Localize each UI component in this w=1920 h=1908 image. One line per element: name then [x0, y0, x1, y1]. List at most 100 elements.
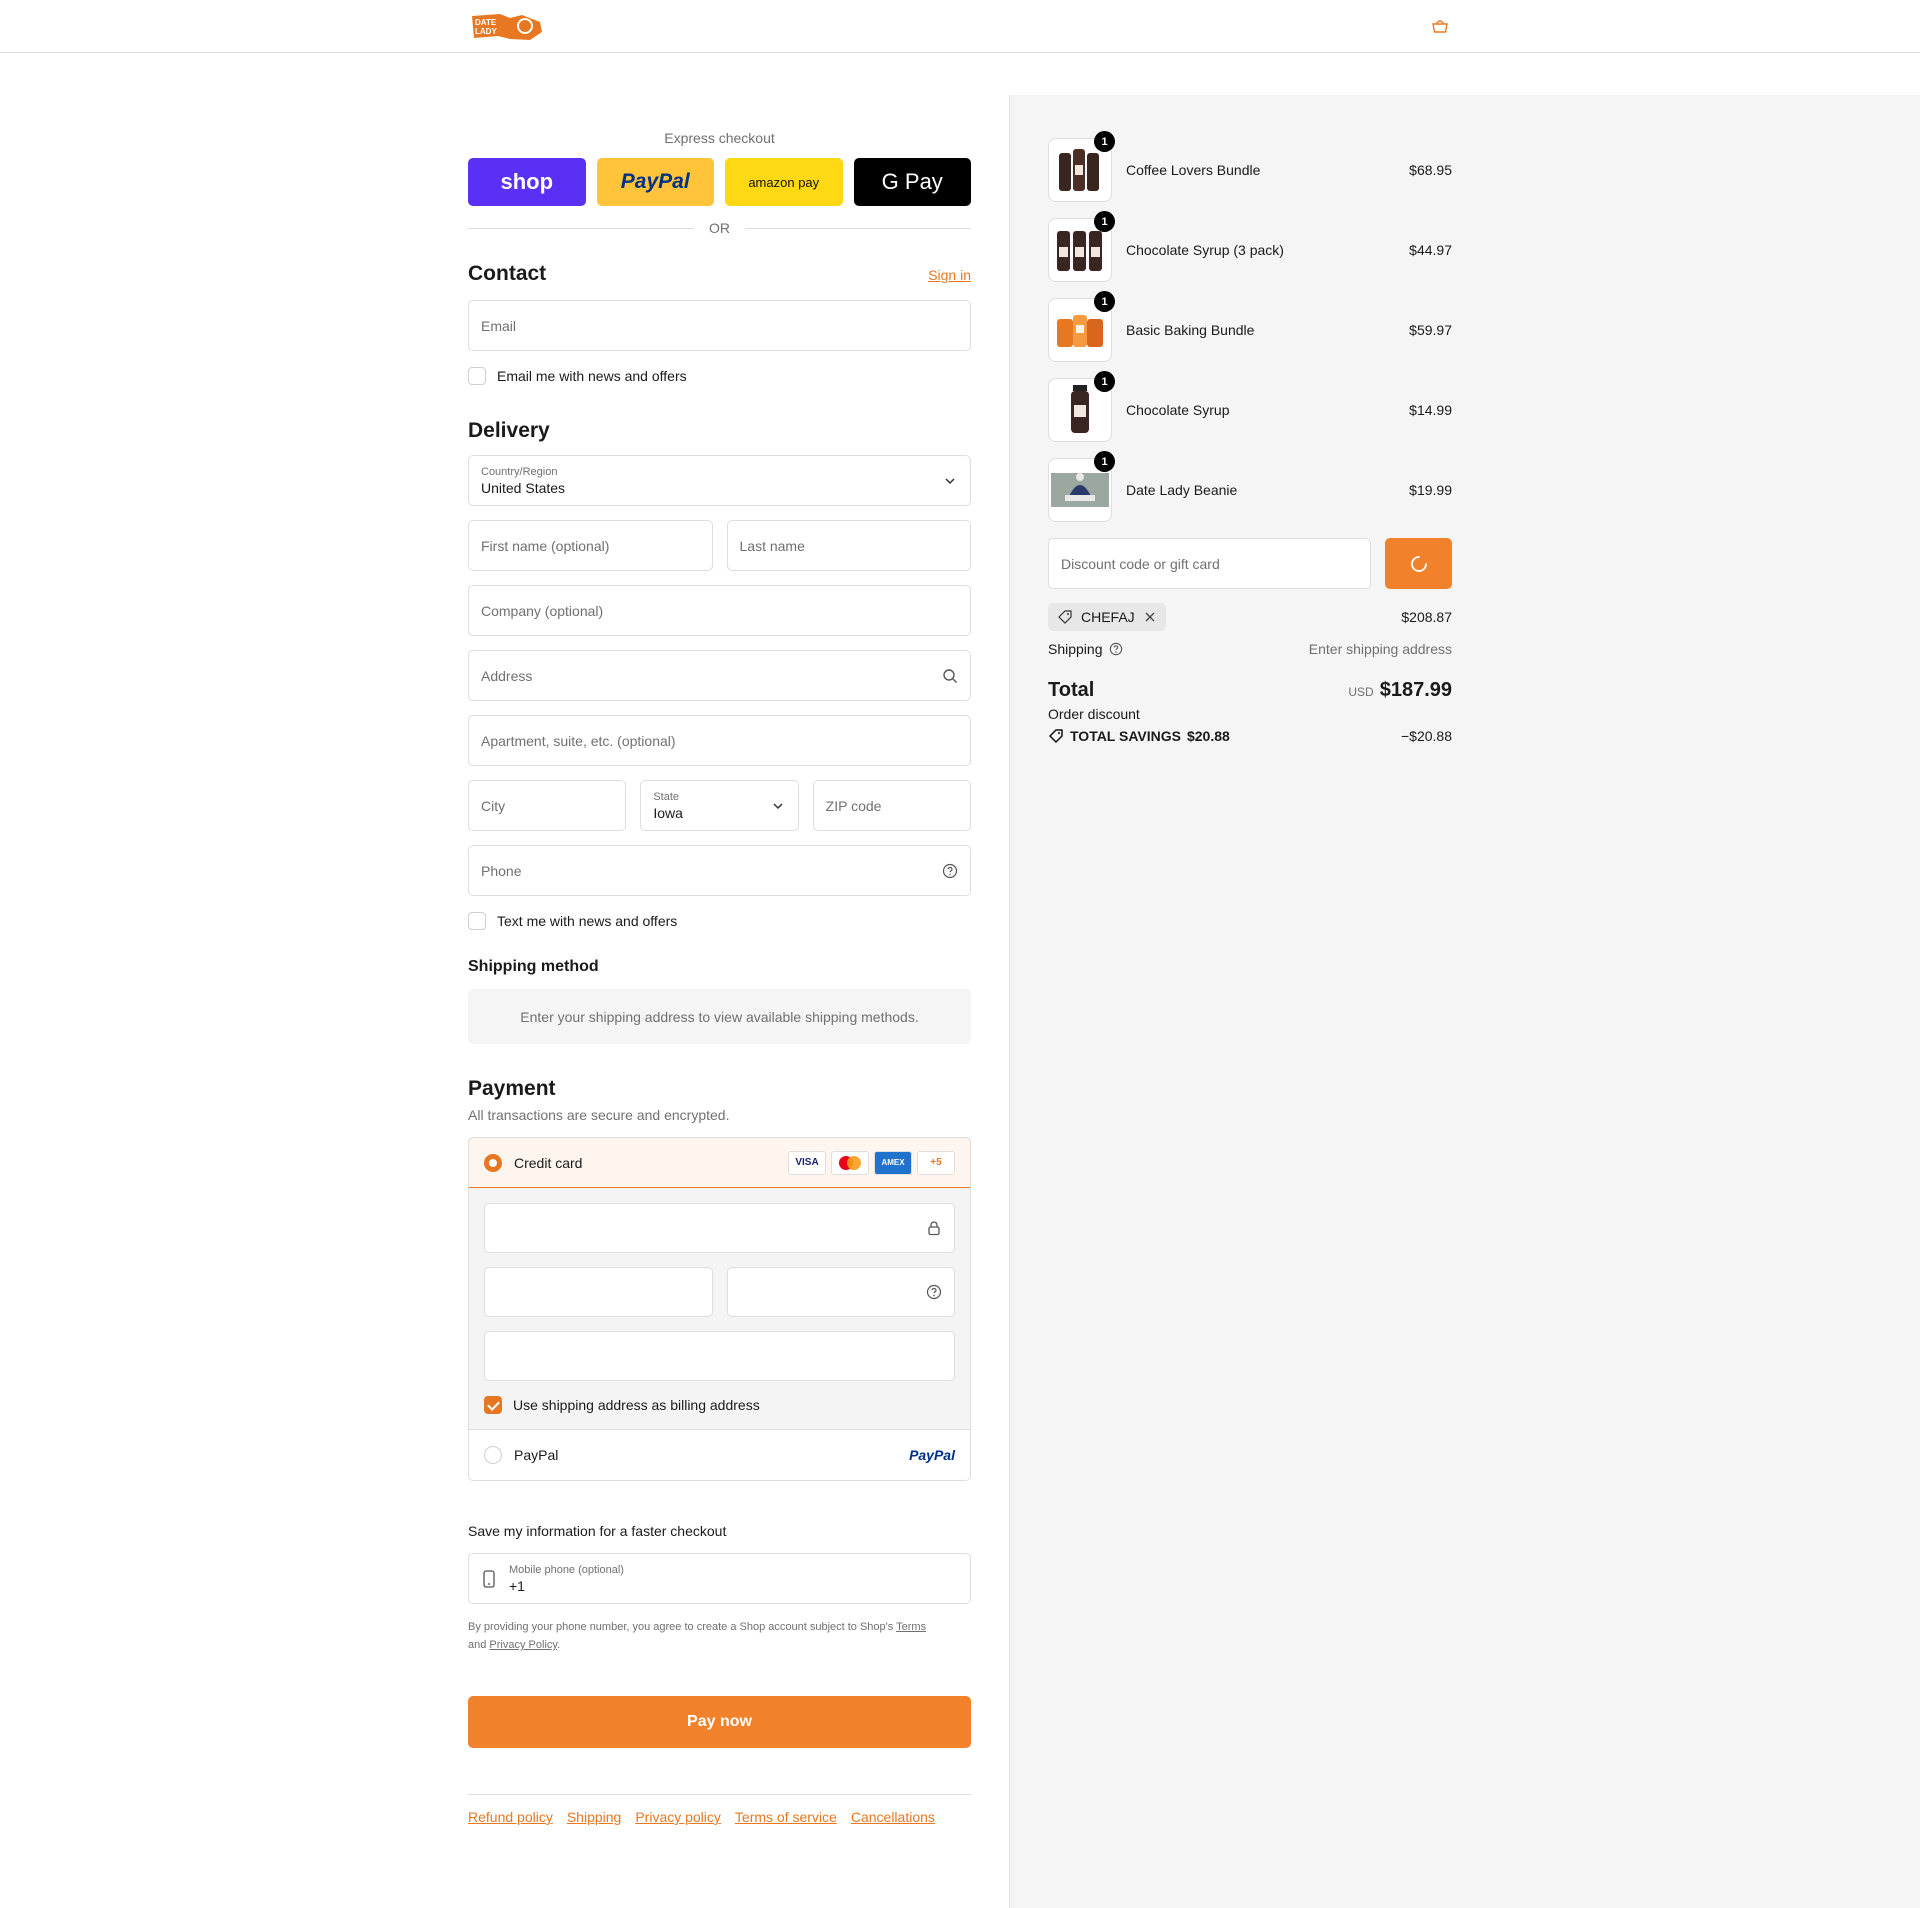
billing-address-option[interactable]: Use shipping address as billing address [484, 1396, 955, 1414]
credit-card-radio[interactable] [484, 1153, 502, 1172]
quantity-badge: 1 [1094, 131, 1115, 152]
terms-of-service-link[interactable]: Terms of service [735, 1809, 837, 1825]
privacy-policy-link[interactable]: Privacy Policy [489, 1639, 557, 1651]
shipping-value: Enter shipping address [1308, 641, 1452, 657]
express-checkout-title: Express checkout [664, 130, 775, 146]
discount-code-input[interactable]: Discount code or gift card [1048, 538, 1371, 589]
savings-label: TOTAL SAVINGS [1070, 728, 1181, 744]
contact-title: Contact [468, 262, 547, 285]
apartment-field[interactable]: Apartment, suite, etc. (optional) [468, 715, 971, 766]
savings-value: $20.88 [1186, 728, 1230, 744]
address-field[interactable]: Address [468, 650, 971, 701]
cancellations-link[interactable]: Cancellations [851, 1809, 935, 1825]
paypal-option[interactable]: PayPal PayPal [469, 1430, 970, 1480]
apply-discount-button[interactable] [1385, 538, 1452, 589]
billing-address-checkbox[interactable] [484, 1396, 502, 1414]
svg-text:DATE: DATE [475, 18, 497, 27]
sign-in-link[interactable]: Sign in [928, 267, 971, 283]
country-label: Country/Region [481, 465, 558, 478]
checkout-form: Express checkout shop PayPal amazon pay … [468, 130, 971, 1825]
divider-line [468, 227, 694, 229]
help-icon[interactable] [926, 1284, 942, 1300]
quantity-badge: 1 [1094, 451, 1115, 472]
close-icon[interactable] [1143, 610, 1157, 624]
quantity-badge: 1 [1094, 291, 1115, 312]
line-item: 1 Coffee Lovers Bundle $68.95 [1048, 131, 1452, 202]
state-select[interactable]: State Iowa [640, 780, 799, 831]
security-code-field[interactable] [726, 1267, 955, 1317]
subtotal-value: $208.87 [1401, 609, 1452, 625]
product-thumbnail: 1 [1048, 131, 1115, 202]
text-news-option[interactable]: Text me with news and offers [468, 912, 971, 930]
privacy-policy-footer-link[interactable]: Privacy policy [635, 1809, 721, 1825]
terms-link[interactable]: Terms [896, 1621, 926, 1633]
legal-notice: By providing your phone number, you agre… [468, 1618, 971, 1654]
line-item: 1 Basic Baking Bundle $59.97 [1048, 291, 1452, 362]
zip-field[interactable]: ZIP code [812, 780, 971, 831]
text-news-label: Text me with news and offers [497, 913, 678, 929]
lock-icon [928, 1221, 940, 1236]
mobile-phone-field[interactable]: Mobile phone (optional) +1 [468, 1553, 971, 1604]
payment-options: Credit card VISA AMEX +5 Use shipping ad… [468, 1137, 971, 1481]
email-field[interactable]: Email [468, 300, 971, 351]
card-expiry-cvv-row [484, 1267, 955, 1317]
total-row: Total USD $187.99 [1048, 679, 1452, 702]
google-pay-button[interactable]: G Pay [853, 158, 971, 206]
text-news-checkbox[interactable] [468, 912, 486, 930]
save-info-title: Save my information for a faster checkou… [468, 1523, 727, 1539]
shopping-bag-icon[interactable] [1430, 18, 1450, 34]
savings-row: TOTAL SAVINGS $20.88 −$20.88 [1048, 728, 1452, 744]
last-name-field[interactable]: Last name [726, 520, 971, 571]
item-price: $44.97 [1409, 242, 1452, 258]
quantity-badge: 1 [1094, 211, 1115, 232]
refund-policy-link[interactable]: Refund policy [468, 1809, 553, 1825]
mobile-phone-value: +1 [509, 1577, 525, 1594]
payment-title: Payment [468, 1077, 556, 1100]
help-icon[interactable] [942, 863, 958, 879]
email-news-checkbox[interactable] [468, 367, 486, 385]
credit-card-option[interactable]: Credit card VISA AMEX +5 [469, 1138, 970, 1188]
first-name-field[interactable]: First name (optional) [468, 520, 713, 571]
pay-now-button[interactable]: Pay now [468, 1696, 971, 1748]
amazon-pay-button[interactable]: amazon pay [725, 158, 843, 206]
line-item: 1 Date Lady Beanie $19.99 [1048, 451, 1452, 522]
company-field[interactable]: Company (optional) [468, 585, 971, 636]
shop-pay-button[interactable]: shop [468, 158, 586, 206]
shipping-label-wrap: Shipping [1048, 641, 1123, 657]
card-number-field[interactable] [484, 1203, 955, 1253]
total-amount-wrap: USD $187.99 [1348, 679, 1452, 702]
item-name: Chocolate Syrup (3 pack) [1126, 242, 1284, 258]
savings-tag-icon [1048, 729, 1063, 744]
state-label: State [653, 790, 680, 803]
shipping-link[interactable]: Shipping [567, 1809, 622, 1825]
order-discount-label: Order discount [1048, 706, 1140, 722]
address-placeholder: Address [481, 667, 533, 684]
discount-tag: CHEFAJ [1048, 603, 1166, 631]
chevron-down-icon [945, 477, 955, 484]
shipping-method-title: Shipping method [468, 958, 599, 975]
paypal-logo: PayPal [909, 1447, 955, 1463]
line-item: 1 Chocolate Syrup (3 pack) $44.97 [1048, 211, 1452, 282]
search-icon [943, 668, 957, 683]
paypal-button[interactable]: PayPal [596, 158, 714, 206]
currency-code: USD [1348, 685, 1374, 699]
expiration-date-field[interactable] [484, 1267, 713, 1317]
help-icon[interactable] [1109, 642, 1123, 656]
savings-wrap: TOTAL SAVINGS $20.88 [1048, 728, 1230, 744]
product-thumbnail: 1 [1048, 371, 1115, 442]
date-lady-logo[interactable]: DATE LADY [470, 12, 544, 42]
city-field[interactable]: City [468, 780, 627, 831]
item-name: Basic Baking Bundle [1126, 322, 1255, 338]
phone-field[interactable]: Phone [468, 845, 971, 896]
discount-code: CHEFAJ [1081, 609, 1135, 625]
email-news-option[interactable]: Email me with news and offers [468, 367, 971, 385]
mastercard-icon [831, 1150, 869, 1175]
name-on-card-field[interactable] [484, 1331, 955, 1381]
item-name: Chocolate Syrup [1126, 402, 1230, 418]
item-name: Coffee Lovers Bundle [1126, 162, 1261, 178]
state-value: Iowa [653, 804, 683, 821]
country-select[interactable]: Country/Region United States [468, 455, 971, 506]
shipping-method-message: Enter your shipping address to view avai… [468, 989, 971, 1044]
email-news-label: Email me with news and offers [497, 368, 687, 384]
paypal-radio[interactable] [484, 1446, 502, 1464]
